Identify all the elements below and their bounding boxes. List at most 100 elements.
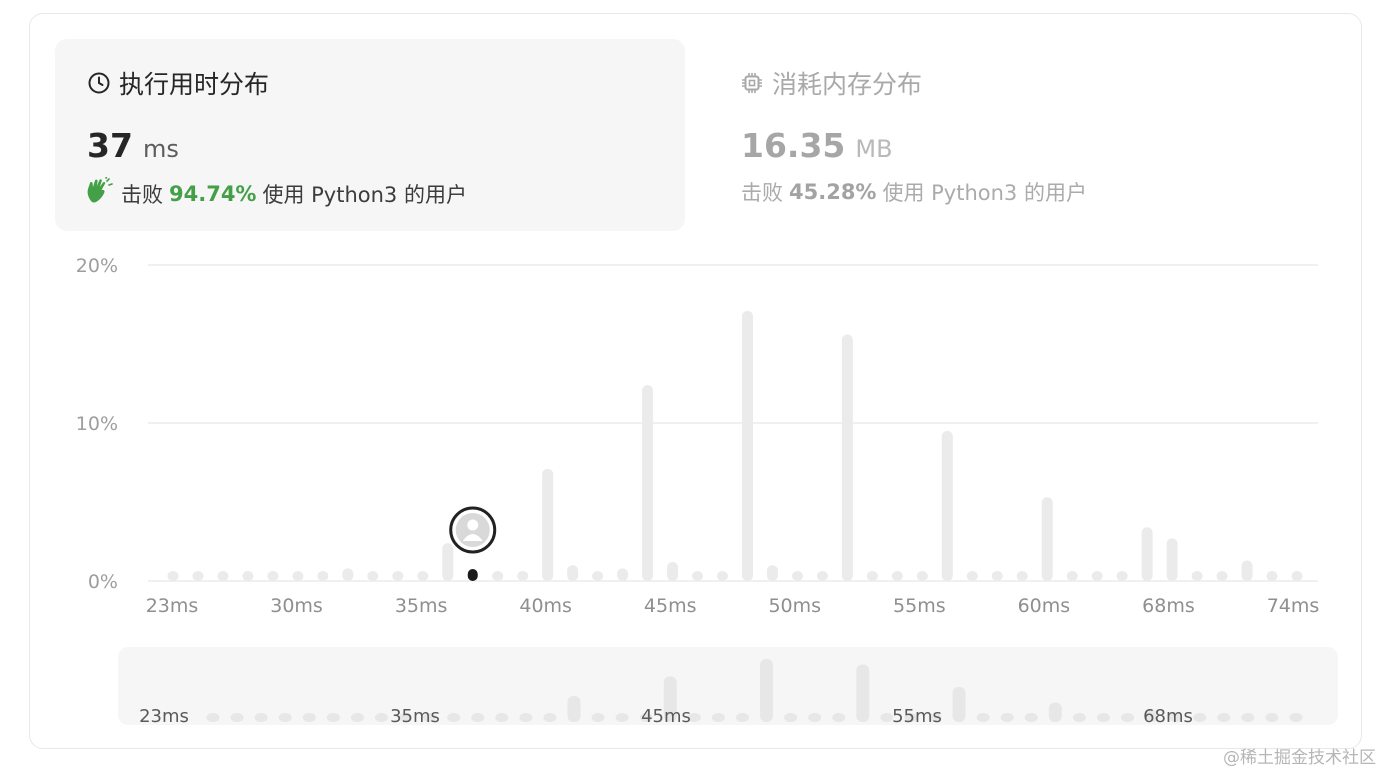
bar[interactable] <box>667 562 679 581</box>
bar[interactable] <box>766 565 778 581</box>
overview-tick-label: 68ms <box>1143 706 1193 727</box>
bar[interactable] <box>492 571 504 581</box>
overview-bar <box>856 664 870 722</box>
bar[interactable] <box>791 571 803 581</box>
bar[interactable] <box>292 571 304 581</box>
overview-bar <box>1241 713 1255 722</box>
bar[interactable] <box>192 571 204 581</box>
distribution-card: 执行用时分布 37 ms 击败 94.74% 使用 Python3 的用户 消耗… <box>29 13 1362 749</box>
overview-bar <box>302 713 316 722</box>
bar[interactable] <box>317 571 329 581</box>
bar[interactable] <box>342 568 354 581</box>
bar[interactable] <box>1091 571 1103 581</box>
bar[interactable] <box>1066 571 1078 581</box>
bar[interactable] <box>1266 571 1278 581</box>
overview-tick-label: 23ms <box>139 706 189 727</box>
bar[interactable] <box>1216 571 1228 581</box>
overview-bar <box>615 713 629 722</box>
bar[interactable] <box>367 571 379 581</box>
x-tick-label: 30ms <box>270 595 323 617</box>
overview-bar <box>808 713 822 722</box>
bar[interactable] <box>267 571 279 581</box>
bar[interactable] <box>1141 527 1153 581</box>
current-bar[interactable] <box>467 569 478 581</box>
x-tick-label: 74ms <box>1267 595 1320 617</box>
bar[interactable] <box>841 334 853 581</box>
overview-bar <box>832 713 846 722</box>
overview-bar <box>952 687 966 722</box>
bar[interactable] <box>417 571 429 581</box>
bar[interactable] <box>916 571 928 581</box>
overview-bar <box>735 713 749 722</box>
bar[interactable] <box>642 385 654 581</box>
bar[interactable] <box>991 571 1003 581</box>
overview-tick-label: 55ms <box>892 706 942 727</box>
bar[interactable] <box>1166 538 1178 581</box>
overview-bar <box>471 713 485 722</box>
bar[interactable] <box>567 565 579 581</box>
bar[interactable] <box>542 468 554 581</box>
overview-bar <box>1265 713 1279 722</box>
y-tick-label: 10% <box>76 413 118 435</box>
overview-bar <box>278 713 292 722</box>
overview-bar <box>1024 713 1038 722</box>
bar[interactable] <box>617 568 629 581</box>
bar[interactable] <box>517 571 529 581</box>
bar[interactable] <box>1241 560 1253 581</box>
bar[interactable] <box>717 571 729 581</box>
overview-bar <box>350 713 364 722</box>
bar[interactable] <box>592 571 604 581</box>
y-tick-label: 0% <box>88 571 118 593</box>
bar[interactable] <box>966 571 978 581</box>
overview-bar <box>760 659 774 722</box>
bar[interactable] <box>217 571 229 581</box>
overview-bar <box>567 695 581 722</box>
overview-tick-label: 35ms <box>390 706 440 727</box>
x-tick-label: 40ms <box>519 595 572 617</box>
bar[interactable] <box>1191 571 1203 581</box>
overview-bar <box>326 713 340 722</box>
x-tick-label: 23ms <box>146 595 199 617</box>
overview-bar <box>711 713 725 722</box>
bar[interactable] <box>891 571 903 581</box>
bar[interactable] <box>1291 571 1303 581</box>
x-tick-label: 50ms <box>768 595 821 617</box>
overview-bar <box>447 713 461 722</box>
overview-bar <box>374 713 388 722</box>
x-tick-label: 45ms <box>644 595 697 617</box>
bar[interactable] <box>242 571 254 581</box>
x-tick-label: 35ms <box>395 595 448 617</box>
overview-bar <box>519 713 533 722</box>
x-tick-label: 68ms <box>1142 595 1195 617</box>
overview-tick-label: 45ms <box>641 706 691 727</box>
overview-bar <box>1217 713 1231 722</box>
bar[interactable] <box>1041 497 1053 581</box>
y-tick-label: 20% <box>76 255 118 277</box>
overview-bar <box>1121 713 1135 722</box>
overview-bar <box>591 713 605 722</box>
overview-bar <box>206 713 220 722</box>
overview-bar <box>230 713 244 722</box>
bar[interactable] <box>741 310 753 581</box>
bar[interactable] <box>1116 571 1128 581</box>
overview-bar <box>1048 702 1062 722</box>
overview-bar <box>1000 713 1014 722</box>
avatar-head-icon <box>467 519 479 531</box>
bar[interactable] <box>866 571 878 581</box>
overview-bar <box>543 713 557 722</box>
bar[interactable] <box>1016 571 1028 581</box>
overview-bar <box>1289 713 1303 722</box>
bar[interactable] <box>941 430 953 581</box>
overview-bar <box>1096 713 1110 722</box>
overview-bar <box>495 713 509 722</box>
bar[interactable] <box>392 571 404 581</box>
overview-bar <box>976 713 990 722</box>
bar[interactable] <box>692 571 704 581</box>
overview-bar <box>254 713 268 722</box>
overview-bar <box>1193 713 1207 722</box>
runtime-distribution-chart[interactable]: 0% 10% 20% 23ms 30ms 35ms 40ms 45ms 50ms 55ms 60ms… <box>30 14 1363 750</box>
bar[interactable] <box>167 571 179 581</box>
bar[interactable] <box>816 571 828 581</box>
x-tick-label: 60ms <box>1018 595 1071 617</box>
bar[interactable] <box>442 543 454 581</box>
